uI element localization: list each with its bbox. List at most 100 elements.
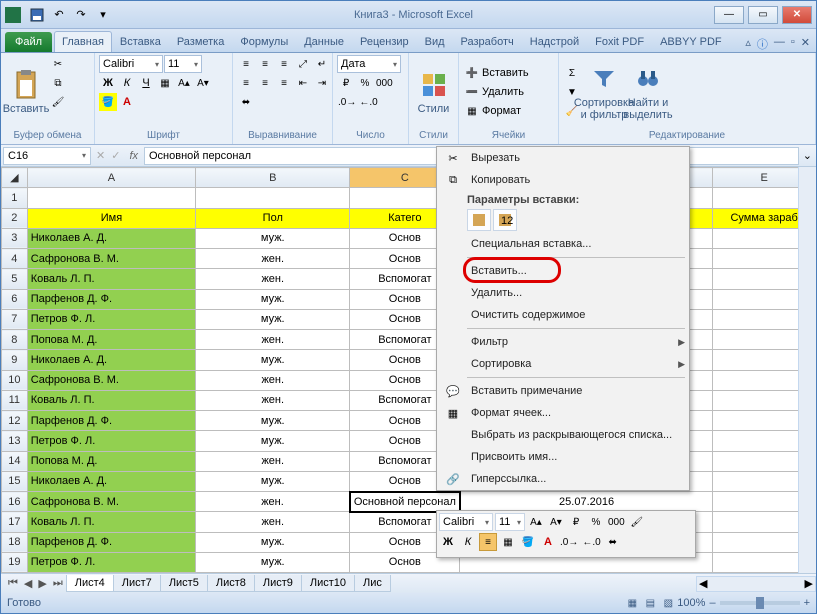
mini-fontcolor-icon[interactable]: A xyxy=(539,533,557,551)
align-center-icon[interactable]: ≡ xyxy=(256,74,274,92)
help-icon[interactable]: ⓘ xyxy=(757,36,768,52)
row-head[interactable]: 4 xyxy=(2,249,28,269)
merge-icon[interactable]: ⬌ xyxy=(237,93,255,111)
cell-gender[interactable]: муж. xyxy=(196,552,350,572)
dec-dec-icon[interactable]: ←.0 xyxy=(358,93,378,111)
cell-name[interactable]: Парфенов Д. Ф. xyxy=(27,532,196,552)
currency-icon[interactable]: ₽ xyxy=(337,74,355,92)
cell-gender[interactable]: муж. xyxy=(196,431,350,451)
row-head[interactable]: 14 xyxy=(2,451,28,471)
mdi-min-icon[interactable]: — xyxy=(774,36,785,52)
align-top-icon[interactable]: ≡ xyxy=(237,55,255,73)
mdi-close-icon[interactable]: ✕ xyxy=(801,36,810,52)
zoom-slider[interactable] xyxy=(720,601,800,605)
sort-filter-button[interactable]: Сортировка и фильтр xyxy=(583,55,625,129)
cancel-fx-icon[interactable]: ✕ xyxy=(93,149,108,162)
sheet-nav-last-icon[interactable]: ⏭ xyxy=(50,577,66,590)
row-head[interactable]: 10 xyxy=(2,370,28,390)
dec-inc-icon[interactable]: .0→ xyxy=(337,93,357,111)
wrap-icon[interactable]: ↵ xyxy=(313,55,331,73)
fx-icon[interactable]: fx xyxy=(123,150,144,162)
ctx-copy[interactable]: ⧉Копировать xyxy=(437,169,689,191)
sheet-nav-prev-icon[interactable]: ◀ xyxy=(21,577,35,590)
cell-gender[interactable]: муж. xyxy=(196,411,350,431)
row-head[interactable]: 8 xyxy=(2,330,28,350)
cell-name[interactable]: Сафронова В. М. xyxy=(27,370,196,390)
cells-format-button[interactable]: ▦Формат xyxy=(463,102,554,120)
mini-bold-icon[interactable]: Ж xyxy=(439,533,457,551)
minimize-button[interactable]: — xyxy=(714,6,744,24)
mini-percent-icon[interactable]: % xyxy=(587,513,605,531)
row-head[interactable]: 18 xyxy=(2,532,28,552)
row-head[interactable]: 6 xyxy=(2,289,28,309)
ctx-insert[interactable]: Вставить... xyxy=(437,260,689,282)
expand-fbar-icon[interactable]: ⌄ xyxy=(799,149,816,162)
paste-opt-2[interactable]: 123 xyxy=(493,209,517,231)
row-head[interactable]: 13 xyxy=(2,431,28,451)
cell-name[interactable]: Попова М. Д. xyxy=(27,451,196,471)
ctx-comment[interactable]: 💬Вставить примечание xyxy=(437,380,689,402)
sheet-tab[interactable]: Лис xyxy=(354,575,391,592)
mini-merge-icon[interactable]: ⬌ xyxy=(604,533,622,551)
indent-dec-icon[interactable]: ⇤ xyxy=(294,74,312,92)
mini-font-combo[interactable]: Calibri▾ xyxy=(439,513,493,531)
font-grow-icon[interactable]: A▴ xyxy=(175,74,193,92)
tab-foxit[interactable]: Foxit PDF xyxy=(587,31,652,52)
ctx-sort[interactable]: Сортировка▶ xyxy=(437,353,689,375)
ctx-format-cells[interactable]: ▦Формат ячеек... xyxy=(437,402,689,424)
align-right-icon[interactable]: ≡ xyxy=(275,74,293,92)
tab-data[interactable]: Данные xyxy=(296,31,352,52)
ctx-paste-special[interactable]: Специальная вставка... xyxy=(437,233,689,255)
mini-fill-icon[interactable]: 🪣 xyxy=(519,533,537,551)
find-select-button[interactable]: Найти и выделить xyxy=(627,55,669,129)
comma-icon[interactable]: 000 xyxy=(375,74,394,92)
sheet-tab[interactable]: Лист5 xyxy=(160,575,208,592)
cell-gender[interactable]: жен. xyxy=(196,512,350,532)
ctx-define-name[interactable]: Присвоить имя... xyxy=(437,446,689,468)
paste-button[interactable]: Вставить xyxy=(5,55,47,129)
row-1[interactable]: 1 xyxy=(2,188,28,208)
view-layout-icon[interactable]: ▤ xyxy=(641,594,659,612)
zoom-out-button[interactable]: – xyxy=(709,597,715,609)
view-normal-icon[interactable]: ▦ xyxy=(623,594,641,612)
row-head[interactable]: 17 xyxy=(2,512,28,532)
cell-name[interactable]: Николаев А. Д. xyxy=(27,228,196,248)
align-bot-icon[interactable]: ≡ xyxy=(275,55,293,73)
align-left-icon[interactable]: ≡ xyxy=(237,74,255,92)
tab-layout[interactable]: Разметка xyxy=(169,31,233,52)
cell-date[interactable]: 25.07.2016 xyxy=(460,492,713,512)
cell-gender[interactable]: муж. xyxy=(196,350,350,370)
font-size-combo[interactable]: 11▾ xyxy=(164,55,202,73)
number-format-combo[interactable]: Дата▾ xyxy=(337,55,401,73)
copy-icon[interactable]: ⧉ xyxy=(49,74,67,92)
view-break-icon[interactable]: ▧ xyxy=(659,594,677,612)
border-icon[interactable]: ▦ xyxy=(156,74,174,92)
col-B[interactable]: B xyxy=(196,168,350,188)
percent-icon[interactable]: % xyxy=(356,74,374,92)
row-head[interactable]: 9 xyxy=(2,350,28,370)
mini-comma-icon[interactable]: 000 xyxy=(607,513,626,531)
mini-italic-icon[interactable]: К xyxy=(459,533,477,551)
row-2[interactable]: 2 xyxy=(2,208,28,228)
cell-gender[interactable]: муж. xyxy=(196,309,350,329)
tab-insert[interactable]: Вставка xyxy=(112,31,169,52)
ctx-cut[interactable]: ✂Вырезать xyxy=(437,147,689,169)
font-name-combo[interactable]: Calibri▾ xyxy=(99,55,163,73)
zoom-in-button[interactable]: + xyxy=(804,597,810,609)
cut-icon[interactable]: ✂ xyxy=(49,55,67,73)
cell-name[interactable]: Парфенов Д. Ф. xyxy=(27,411,196,431)
cell-gender[interactable]: жен. xyxy=(196,249,350,269)
active-cell[interactable]: Основной персонал xyxy=(350,492,460,512)
cells-insert-button[interactable]: ➕Вставить xyxy=(463,64,554,82)
underline-icon[interactable]: Ч xyxy=(137,74,155,92)
styles-button[interactable]: Стили xyxy=(413,55,454,129)
cell-gender[interactable]: муж. xyxy=(196,471,350,491)
row-head[interactable]: 3 xyxy=(2,228,28,248)
zoom-level[interactable]: 100% xyxy=(677,597,705,609)
select-all[interactable]: ◢ xyxy=(2,168,28,188)
ribbon-minimize-icon[interactable]: ▵ xyxy=(745,36,751,52)
mini-dec-inc-icon[interactable]: .0→ xyxy=(559,533,579,551)
cell-gender[interactable]: жен. xyxy=(196,269,350,289)
col-A[interactable]: A xyxy=(27,168,196,188)
mini-shrink-icon[interactable]: A▾ xyxy=(547,513,565,531)
